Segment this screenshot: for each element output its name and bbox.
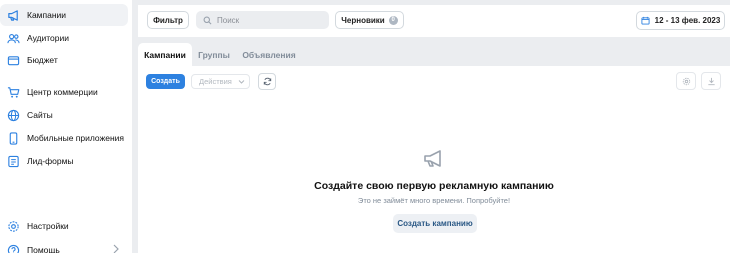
sidebar-item-commerce[interactable]: Центр коммерции bbox=[0, 81, 128, 103]
main-content: Фильтр Черновики 0 12 - 13 фев. 2023 Кам… bbox=[138, 0, 730, 253]
drafts-count-badge: 0 bbox=[388, 15, 398, 25]
download-icon bbox=[707, 77, 715, 85]
sidebar: Кампании Аудитории Бюджет Центр коммерци… bbox=[0, 0, 132, 253]
sidebar-item-settings[interactable]: Настройки bbox=[0, 215, 128, 237]
form-icon bbox=[6, 154, 20, 168]
wallet-icon bbox=[6, 53, 20, 67]
refresh-button[interactable] bbox=[258, 73, 276, 90]
search-icon bbox=[203, 16, 212, 24]
sidebar-item-apps[interactable]: Мобильные приложения bbox=[0, 127, 128, 149]
search-input[interactable] bbox=[217, 15, 317, 25]
empty-state-subtitle: Это не займёт много времени. Попробуйте! bbox=[357, 196, 511, 205]
sidebar-item-label: Лид-формы bbox=[27, 156, 74, 166]
settings-button[interactable] bbox=[676, 72, 696, 90]
sidebar-item-label: Аудитории bbox=[27, 33, 69, 43]
gear-icon bbox=[682, 77, 690, 85]
users-icon bbox=[6, 31, 20, 45]
phone-icon bbox=[6, 131, 20, 145]
sidebar-item-label: Помощь bbox=[27, 245, 60, 253]
sidebar-item-budget[interactable]: Бюджет bbox=[0, 49, 128, 71]
topbar: Фильтр Черновики 0 12 - 13 фев. 2023 bbox=[138, 5, 730, 37]
chevron-down-icon bbox=[238, 80, 245, 84]
sidebar-item-lead-forms[interactable]: Лид-формы bbox=[0, 150, 128, 172]
create-button-label: Создать bbox=[151, 78, 180, 85]
download-button[interactable] bbox=[701, 72, 721, 90]
campaigns-card: Кампании Группы Объявления Создать Дейст… bbox=[138, 43, 730, 253]
sidebar-item-label: Кампании bbox=[27, 10, 67, 20]
sidebar-item-label: Мобильные приложения bbox=[27, 133, 125, 143]
filter-button[interactable]: Фильтр bbox=[147, 11, 189, 29]
tab-ads[interactable]: Объявления bbox=[238, 43, 300, 66]
sidebar-item-label: Сайты bbox=[27, 110, 53, 120]
tab-label: Кампании bbox=[144, 49, 186, 60]
tabs-bar: Кампании Группы Объявления bbox=[138, 43, 730, 66]
cart-icon bbox=[6, 85, 20, 99]
tab-label: Объявления bbox=[242, 49, 296, 60]
date-range-button[interactable]: 12 - 13 фев. 2023 bbox=[636, 11, 725, 30]
refresh-icon bbox=[263, 77, 271, 86]
sidebar-item-help[interactable]: Помощь bbox=[0, 239, 128, 253]
actions-dropdown-label: Действия bbox=[199, 77, 232, 86]
tab-label: Группы bbox=[198, 49, 230, 60]
filter-button-label: Фильтр bbox=[153, 15, 183, 25]
empty-state-title: Создайте свою первую рекламную кампанию bbox=[314, 180, 554, 192]
megaphone-icon bbox=[424, 150, 441, 167]
drafts-button-label: Черновики bbox=[341, 15, 385, 25]
sidebar-item-label: Настройки bbox=[27, 221, 69, 231]
create-campaign-button[interactable]: Создать кампанию bbox=[393, 214, 477, 233]
date-range-label: 12 - 13 фев. 2023 bbox=[654, 16, 721, 25]
gear-icon bbox=[6, 219, 20, 233]
sidebar-item-label: Бюджет bbox=[27, 55, 58, 65]
sidebar-item-audiences[interactable]: Аудитории bbox=[0, 27, 128, 49]
drafts-button[interactable]: Черновики 0 bbox=[335, 11, 404, 29]
help-icon bbox=[6, 243, 20, 253]
megaphone-icon bbox=[6, 8, 20, 22]
calendar-icon bbox=[641, 16, 650, 25]
sidebar-item-campaigns[interactable]: Кампании bbox=[0, 4, 128, 26]
create-button[interactable]: Создать bbox=[146, 74, 185, 89]
search-box[interactable] bbox=[196, 11, 329, 29]
actions-dropdown[interactable]: Действия bbox=[191, 74, 250, 89]
tab-groups[interactable]: Группы bbox=[194, 43, 234, 66]
sidebar-item-sites[interactable]: Сайты bbox=[0, 104, 128, 126]
create-campaign-button-label: Создать кампанию bbox=[397, 219, 473, 228]
chevron-right-icon bbox=[113, 244, 119, 253]
globe-icon bbox=[6, 108, 20, 122]
sidebar-item-label: Центр коммерции bbox=[27, 87, 98, 97]
tab-campaigns[interactable]: Кампании bbox=[138, 43, 192, 66]
